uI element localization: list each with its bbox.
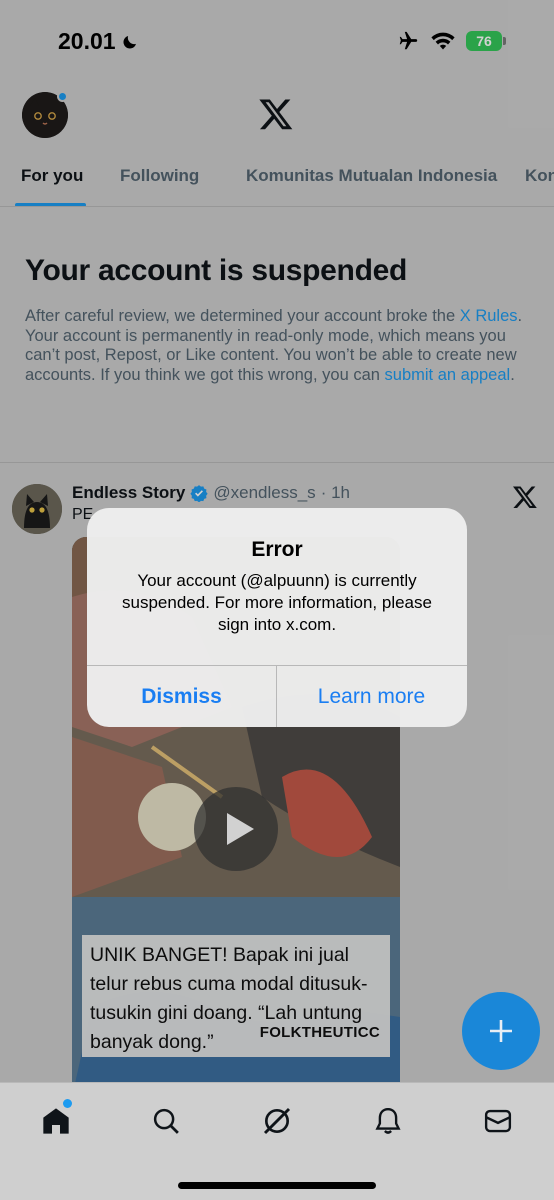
status-bar: 20.01 76 (0, 0, 554, 80)
tab-community-partial[interactable]: Kon (525, 166, 554, 186)
notice-text-3: . (510, 365, 515, 384)
avatar-notification-dot (57, 91, 68, 102)
battery-cap (503, 37, 506, 45)
status-time: 20.01 (58, 28, 139, 55)
grok-icon (263, 1107, 291, 1135)
alert-title: Error (251, 538, 303, 561)
x-logo-icon (259, 99, 293, 130)
notice-title: Your account is suspended (25, 254, 408, 287)
profile-avatar[interactable] (22, 91, 68, 138)
battery-icon: 76 (466, 31, 506, 51)
verified-badge-icon (190, 485, 208, 502)
moon-icon (123, 35, 136, 49)
suspension-notice: Your account is suspended After careful … (0, 208, 554, 463)
nav-home[interactable] (36, 1099, 76, 1141)
post-author-avatar[interactable] (12, 484, 62, 534)
messages-icon (484, 1109, 512, 1133)
post-author-line: Endless Story @xendless_s · 1h (72, 483, 350, 503)
learn-more-button[interactable]: Learn more (277, 666, 466, 727)
search-icon (153, 1108, 179, 1134)
nav-notifications[interactable] (368, 1101, 408, 1141)
post-author-handle: @xendless_s (213, 483, 316, 502)
compose-post-button[interactable] (462, 992, 540, 1070)
post-author-name[interactable]: Endless Story (72, 483, 185, 503)
clock-text: 20.01 (58, 28, 116, 54)
top-header (0, 80, 554, 152)
nav-search[interactable] (146, 1101, 186, 1141)
tab-for-you[interactable]: For you (21, 166, 83, 186)
nav-messages[interactable] (478, 1101, 518, 1141)
post-timestamp: · 1h (320, 483, 350, 502)
notice-body: After careful review, we determined your… (25, 307, 535, 385)
submit-appeal-link[interactable]: submit an appeal (385, 366, 511, 384)
battery-level: 76 (466, 31, 502, 51)
error-alert-dialog: Error Your account (@alpuunn) is current… (87, 508, 467, 727)
nav-grok[interactable] (257, 1101, 297, 1141)
status-icons: 76 (396, 30, 506, 52)
play-button[interactable] (194, 787, 278, 871)
dismiss-button[interactable]: Dismiss (87, 666, 276, 727)
cat-avatar-icon (12, 484, 62, 534)
play-icon (227, 813, 254, 845)
video-caption-brand: FOLKTHEUTICC (259, 1024, 380, 1041)
grok-x-icon[interactable] (512, 484, 538, 510)
home-notification-dot (63, 1099, 72, 1108)
video-caption: UNIK BANGET! Bapak ini jual telur rebus … (82, 935, 390, 1057)
active-tab-indicator (15, 203, 86, 206)
notice-text-1: After careful review, we determined your… (25, 307, 460, 325)
home-indicator (178, 1182, 376, 1189)
timeline-tabs: For you Following Komunitas Mutualan Ind… (0, 152, 554, 207)
wifi-icon (431, 32, 455, 50)
notifications-icon (375, 1107, 401, 1134)
tab-komunitas-mutualan-indonesia[interactable]: Komunitas Mutualan Indonesia (246, 166, 497, 186)
home-icon (43, 1108, 69, 1134)
plus-icon (490, 1020, 512, 1042)
tab-following[interactable]: Following (120, 166, 199, 186)
x-rules-link[interactable]: X Rules (460, 307, 518, 325)
alert-message: Your account (@alpuunn) is currently sus… (122, 571, 432, 634)
airplane-icon (399, 31, 418, 50)
